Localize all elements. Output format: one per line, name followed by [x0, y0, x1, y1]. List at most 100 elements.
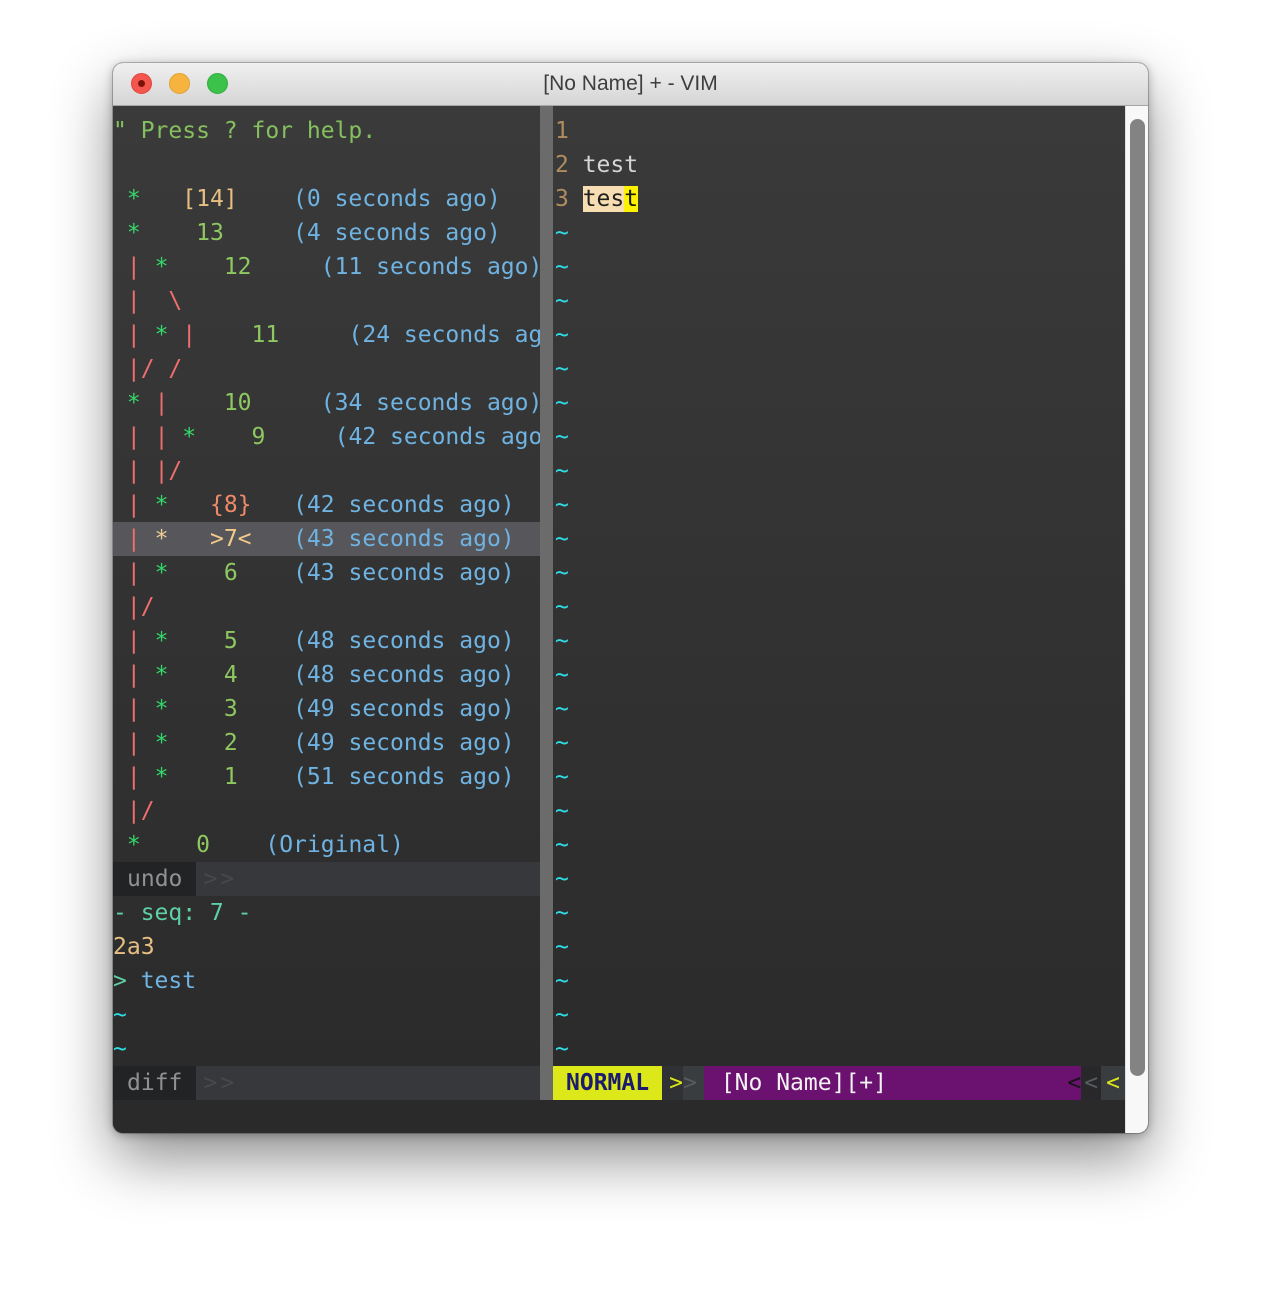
text	[168, 560, 223, 586]
text	[168, 424, 182, 450]
undotree-row[interactable]: | * {8} (42 seconds ago)	[113, 488, 540, 522]
undotree-row[interactable]: | * >7< (43 seconds ago)	[113, 522, 540, 556]
diff-line[interactable]: ~	[113, 998, 540, 1032]
tilde-text: ~	[555, 492, 569, 518]
close-button[interactable]	[131, 73, 152, 94]
undotree-row[interactable]: | * 2 (49 seconds ago)	[113, 726, 540, 760]
undotree-row[interactable]: | \	[113, 284, 540, 318]
text	[141, 696, 155, 722]
scrollbar-track[interactable]	[1125, 106, 1148, 1133]
vertical-split-separator[interactable]	[540, 106, 553, 1100]
tilde-row: ~	[555, 318, 1125, 352]
powerline-separator-icon: >	[662, 1066, 683, 1100]
text	[113, 288, 127, 314]
diff-panel: - seq: 7 -2a3> test~~	[113, 896, 540, 1066]
zoom-button[interactable]	[207, 73, 228, 94]
window-title: [No Name] + - VIM	[113, 63, 1148, 105]
buffer-pane[interactable]: 1 2 test3 test~~~~~~~~~~~~~~~~~~~~~~~~~ …	[553, 106, 1125, 1100]
time-text: (48 seconds ago)	[293, 662, 515, 688]
undotree-row[interactable]: | * 12 (11 seconds ago)	[113, 250, 540, 284]
branch-text: |	[127, 458, 141, 484]
minimize-button[interactable]	[169, 73, 190, 94]
tilde-text: ~	[555, 1036, 569, 1062]
undotree-row[interactable]: | * 1 (51 seconds ago)	[113, 760, 540, 794]
command-line-area[interactable]	[113, 1100, 1125, 1133]
text	[168, 662, 223, 688]
tilde-row: ~	[555, 726, 1125, 760]
undotree-row[interactable]: * | 10 (34 seconds ago)	[113, 386, 540, 420]
num-text: 3	[224, 696, 238, 722]
undotree-pane[interactable]: " Press ? for help. * [14] (0 seconds ag…	[113, 106, 540, 1100]
text	[113, 186, 127, 212]
time-text: (43 seconds ago)	[293, 560, 515, 586]
tilde-row: ~	[555, 794, 1125, 828]
undotree-row[interactable]: | * 3 (49 seconds ago)	[113, 692, 540, 726]
branch-text: |	[127, 730, 141, 756]
diff-line[interactable]: 2a3	[113, 930, 540, 964]
tilde-text: ~	[555, 424, 569, 450]
undotree-row[interactable]: |/	[113, 794, 540, 828]
text	[113, 390, 127, 416]
text	[113, 832, 127, 858]
undotree-row[interactable]: |/	[113, 590, 540, 624]
undotree-row[interactable]: | | * 9 (42 seconds ago)	[113, 420, 540, 454]
node-text: *	[127, 390, 141, 416]
text	[113, 254, 127, 280]
text	[113, 560, 127, 586]
undotree-row[interactable]: | * 6 (43 seconds ago)	[113, 556, 540, 590]
tilde-row: ~	[555, 828, 1125, 862]
text	[141, 288, 169, 314]
tilde-text: ~	[555, 866, 569, 892]
branch-text: |	[127, 424, 141, 450]
undotree-row[interactable]: | |/	[113, 454, 540, 488]
diff-line[interactable]: - seq: 7 -	[113, 896, 540, 930]
text	[252, 390, 321, 416]
line-number: 1	[555, 118, 583, 144]
undotree-row[interactable]: | * | 11 (24 seconds ago)	[113, 318, 540, 352]
tilde-row: ~	[555, 692, 1125, 726]
text	[141, 390, 155, 416]
undotree-statusline[interactable]: undo >>	[113, 862, 540, 896]
powerline-separator-icon: <	[1081, 1066, 1101, 1100]
text	[141, 424, 155, 450]
titlebar[interactable]: [No Name] + - VIM	[113, 63, 1148, 106]
diff-line[interactable]: ~	[113, 1032, 540, 1066]
buffer-line[interactable]: 3 test	[555, 182, 1125, 216]
undotree-row[interactable]: * 13 (4 seconds ago)	[113, 216, 540, 250]
diff-statusline-label: diff	[113, 1066, 196, 1100]
diff-line[interactable]: > test	[113, 964, 540, 998]
text	[224, 220, 293, 246]
undotree-row[interactable]: | * 5 (48 seconds ago)	[113, 624, 540, 658]
num-text: 9	[252, 424, 266, 450]
text	[113, 730, 127, 756]
text	[196, 322, 251, 348]
node-text: *	[182, 424, 196, 450]
tilde-row: ~	[555, 386, 1125, 420]
scrollbar-thumb[interactable]	[1130, 119, 1145, 1076]
undotree-row[interactable]: | * 4 (48 seconds ago)	[113, 658, 540, 692]
node-text: *	[155, 560, 169, 586]
text	[279, 322, 348, 348]
undotree-row[interactable]: * 0 (Original)	[113, 828, 540, 862]
undotree-row[interactable]: * [14] (0 seconds ago)	[113, 182, 540, 216]
text	[168, 696, 223, 722]
branch-text: |	[155, 390, 169, 416]
text	[252, 492, 294, 518]
tilde-text: ~	[555, 968, 569, 994]
active-statusline[interactable]: NORMAL > > [No Name][+]< < <	[553, 1066, 1125, 1100]
time-text: (34 seconds ago)	[321, 390, 540, 416]
text	[168, 730, 223, 756]
diff-statusline[interactable]: diff >>	[113, 1066, 540, 1100]
undotree-row[interactable]: |/ /	[113, 352, 540, 386]
undotree-row[interactable]	[113, 148, 540, 182]
text	[113, 662, 127, 688]
buffer-line[interactable]: 2 test	[555, 148, 1125, 182]
text	[168, 492, 210, 518]
undotree-row[interactable]: " Press ? for help.	[113, 114, 540, 148]
branch-text: |/	[127, 798, 155, 824]
text-text: test	[583, 152, 638, 178]
text	[113, 220, 127, 246]
node-text: *	[155, 696, 169, 722]
buffer-line[interactable]: 1	[555, 114, 1125, 148]
text	[113, 492, 127, 518]
